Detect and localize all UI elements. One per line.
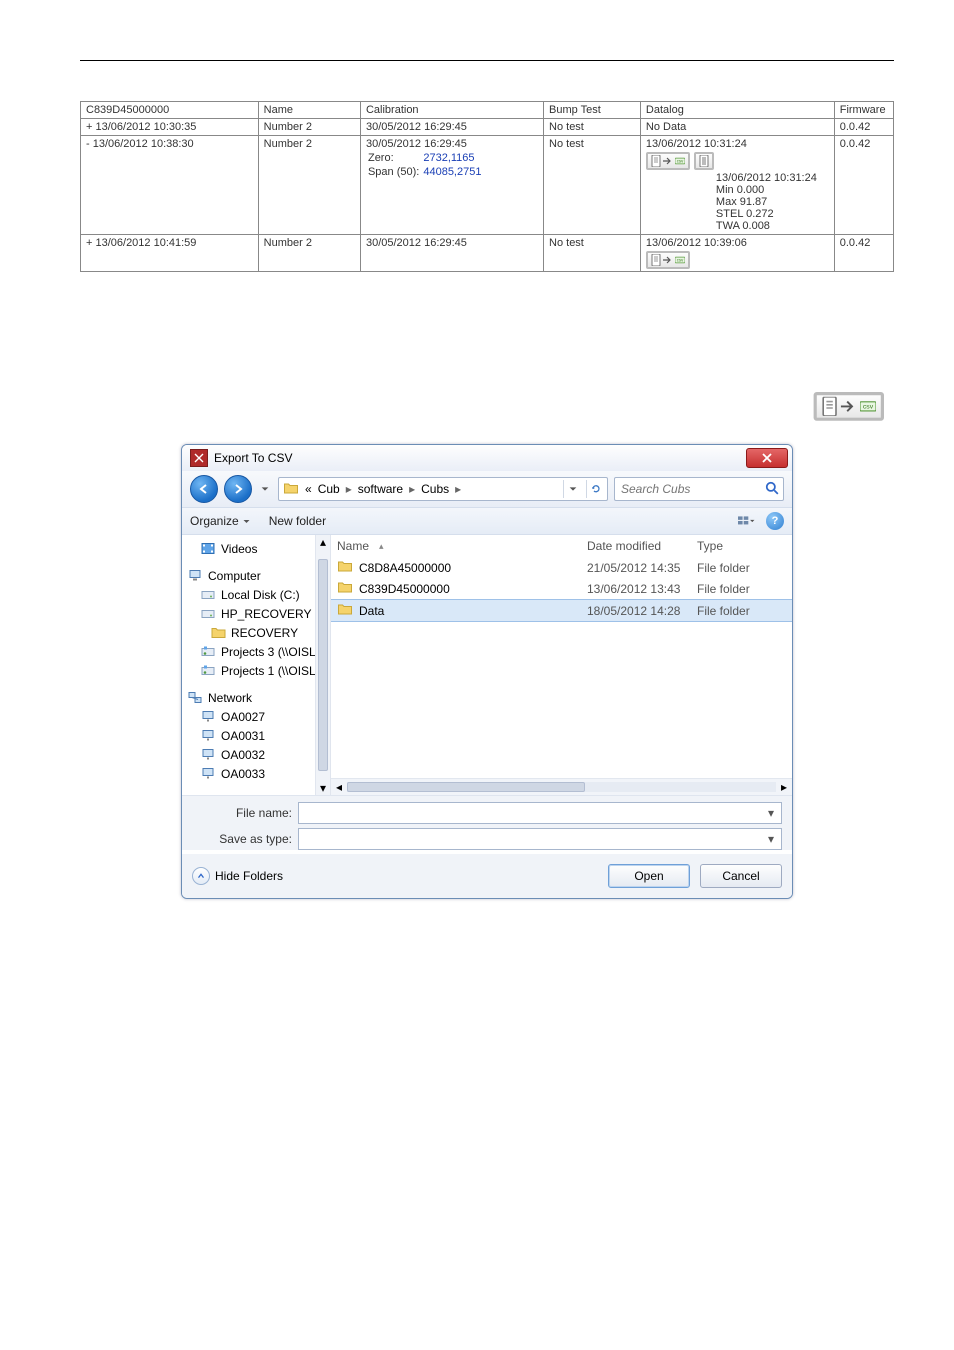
sessions-table: C839D45000000 Name Calibration Bump Test… bbox=[80, 101, 894, 272]
close-button[interactable] bbox=[746, 448, 788, 468]
search-icon bbox=[765, 481, 779, 497]
save-as-type-dropdown[interactable]: ▾ bbox=[763, 832, 779, 846]
new-folder-button[interactable]: New folder bbox=[269, 514, 326, 528]
breadcrumb-part[interactable]: software bbox=[356, 482, 405, 496]
search-box[interactable] bbox=[614, 477, 784, 501]
file-hscrollbar[interactable]: ◂ ▸ bbox=[331, 778, 792, 795]
col-datalog-header: Datalog bbox=[640, 102, 834, 119]
breadcrumb-part[interactable]: Cub bbox=[316, 482, 342, 496]
file-list: Name▴ Date modified Type C8D8A45000000 2… bbox=[331, 535, 792, 795]
nav-back-button[interactable] bbox=[190, 475, 218, 503]
col-name-header: Name bbox=[258, 102, 360, 119]
folder-icon bbox=[283, 481, 299, 498]
sidebar-item[interactable]: HP_RECOVERY (D bbox=[188, 604, 328, 623]
save-as-type-label: Save as type: bbox=[192, 832, 292, 846]
save-as-type-input[interactable]: ▾ bbox=[298, 828, 782, 850]
sidebar-item[interactable]: Network bbox=[188, 688, 328, 707]
new-folder-label: New folder bbox=[269, 514, 326, 528]
session-row[interactable]: + 13/06/2012 10:30:35Number 230/05/2012 … bbox=[81, 119, 894, 136]
nav-history-dropdown[interactable] bbox=[258, 484, 272, 494]
chevron-up-icon bbox=[192, 867, 210, 885]
organize-label: Organize bbox=[190, 514, 239, 528]
hide-folders-label: Hide Folders bbox=[215, 869, 283, 883]
sidebar-item[interactable]: RECOVERY bbox=[188, 623, 328, 642]
organize-menu[interactable]: Organize bbox=[190, 514, 251, 528]
sidebar-item[interactable]: OA0027 bbox=[188, 707, 328, 726]
filecol-type-header[interactable]: Type bbox=[697, 539, 786, 553]
file-row[interactable]: C8D8A45000000 21/05/2012 14:35 File fold… bbox=[331, 557, 792, 578]
address-bar[interactable]: « Cub ▸ software ▸ Cubs ▸ bbox=[278, 477, 608, 501]
export-dialog: Export To CSV « Cub ▸ software ▸ Cubs ▸ bbox=[181, 444, 793, 899]
col-cal-header: Calibration bbox=[360, 102, 543, 119]
breadcrumb-part[interactable]: Cubs bbox=[419, 482, 451, 496]
device-id-header: C839D45000000 bbox=[81, 102, 259, 119]
col-fw-header: Firmware bbox=[834, 102, 893, 119]
export-csv-button[interactable] bbox=[814, 392, 884, 421]
view-options-button[interactable] bbox=[738, 512, 756, 530]
hide-folders-button[interactable]: Hide Folders bbox=[192, 867, 283, 885]
page-divider bbox=[80, 60, 894, 61]
sidebar-item[interactable]: OA0033 bbox=[188, 764, 328, 783]
sidebar-item[interactable]: OA0031 bbox=[188, 726, 328, 745]
app-icon bbox=[190, 449, 208, 467]
row-csv-button[interactable] bbox=[646, 152, 690, 170]
session-row[interactable]: + 13/06/2012 10:41:59Number 230/05/2012 … bbox=[81, 235, 894, 272]
help-button[interactable]: ? bbox=[766, 512, 784, 530]
sidebar-item[interactable]: Projects 3 (\\OISL bbox=[188, 642, 328, 661]
search-input[interactable] bbox=[619, 481, 765, 497]
breadcrumb: « Cub ▸ software ▸ Cubs ▸ bbox=[303, 482, 559, 496]
cancel-button[interactable]: Cancel bbox=[700, 864, 782, 888]
sidebar-item[interactable]: Videos bbox=[188, 539, 328, 558]
nav-sidebar: Videos ComputerLocal Disk (C:)HP_RECOVERY… bbox=[182, 535, 331, 795]
breadcrumb-leading: « bbox=[303, 482, 314, 496]
folder-icon bbox=[337, 602, 353, 619]
sidebar-item[interactable]: Local Disk (C:) bbox=[188, 585, 328, 604]
file-row[interactable]: Data 18/05/2012 14:28 File folder bbox=[331, 599, 792, 622]
address-dropdown[interactable] bbox=[563, 480, 582, 498]
col-bump-header: Bump Test bbox=[544, 102, 641, 119]
open-button[interactable]: Open bbox=[608, 864, 690, 888]
refresh-button[interactable] bbox=[586, 480, 605, 498]
chevron-right-icon: ▸ bbox=[407, 482, 417, 496]
row-csv-button[interactable] bbox=[646, 251, 690, 269]
filecol-date-header[interactable]: Date modified bbox=[587, 539, 697, 553]
chevron-right-icon: ▸ bbox=[344, 482, 354, 496]
chevron-right-icon: ▸ bbox=[453, 482, 463, 496]
file-name-dropdown[interactable]: ▾ bbox=[763, 806, 779, 820]
sidebar-item[interactable]: Computer bbox=[188, 566, 328, 585]
sidebar-item[interactable]: Projects 1 (\\OISL bbox=[188, 661, 328, 680]
file-row[interactable]: C839D45000000 13/06/2012 13:43 File fold… bbox=[331, 578, 792, 599]
session-row[interactable]: - 13/06/2012 10:38:30Number 230/05/2012 … bbox=[81, 136, 894, 235]
filecol-name-header[interactable]: Name▴ bbox=[337, 539, 587, 553]
sidebar-scrollbar[interactable]: ▴ ▾ bbox=[315, 535, 330, 795]
file-name-input[interactable]: ▾ bbox=[298, 802, 782, 824]
file-name-label: File name: bbox=[192, 806, 292, 820]
sidebar-item[interactable]: OA0032 bbox=[188, 745, 328, 764]
dialog-titlebar: Export To CSV bbox=[182, 445, 792, 471]
row-list-button[interactable] bbox=[694, 152, 714, 170]
folder-icon bbox=[337, 559, 353, 576]
folder-icon bbox=[337, 580, 353, 597]
dialog-title: Export To CSV bbox=[214, 451, 292, 465]
nav-forward-button[interactable] bbox=[224, 475, 252, 503]
